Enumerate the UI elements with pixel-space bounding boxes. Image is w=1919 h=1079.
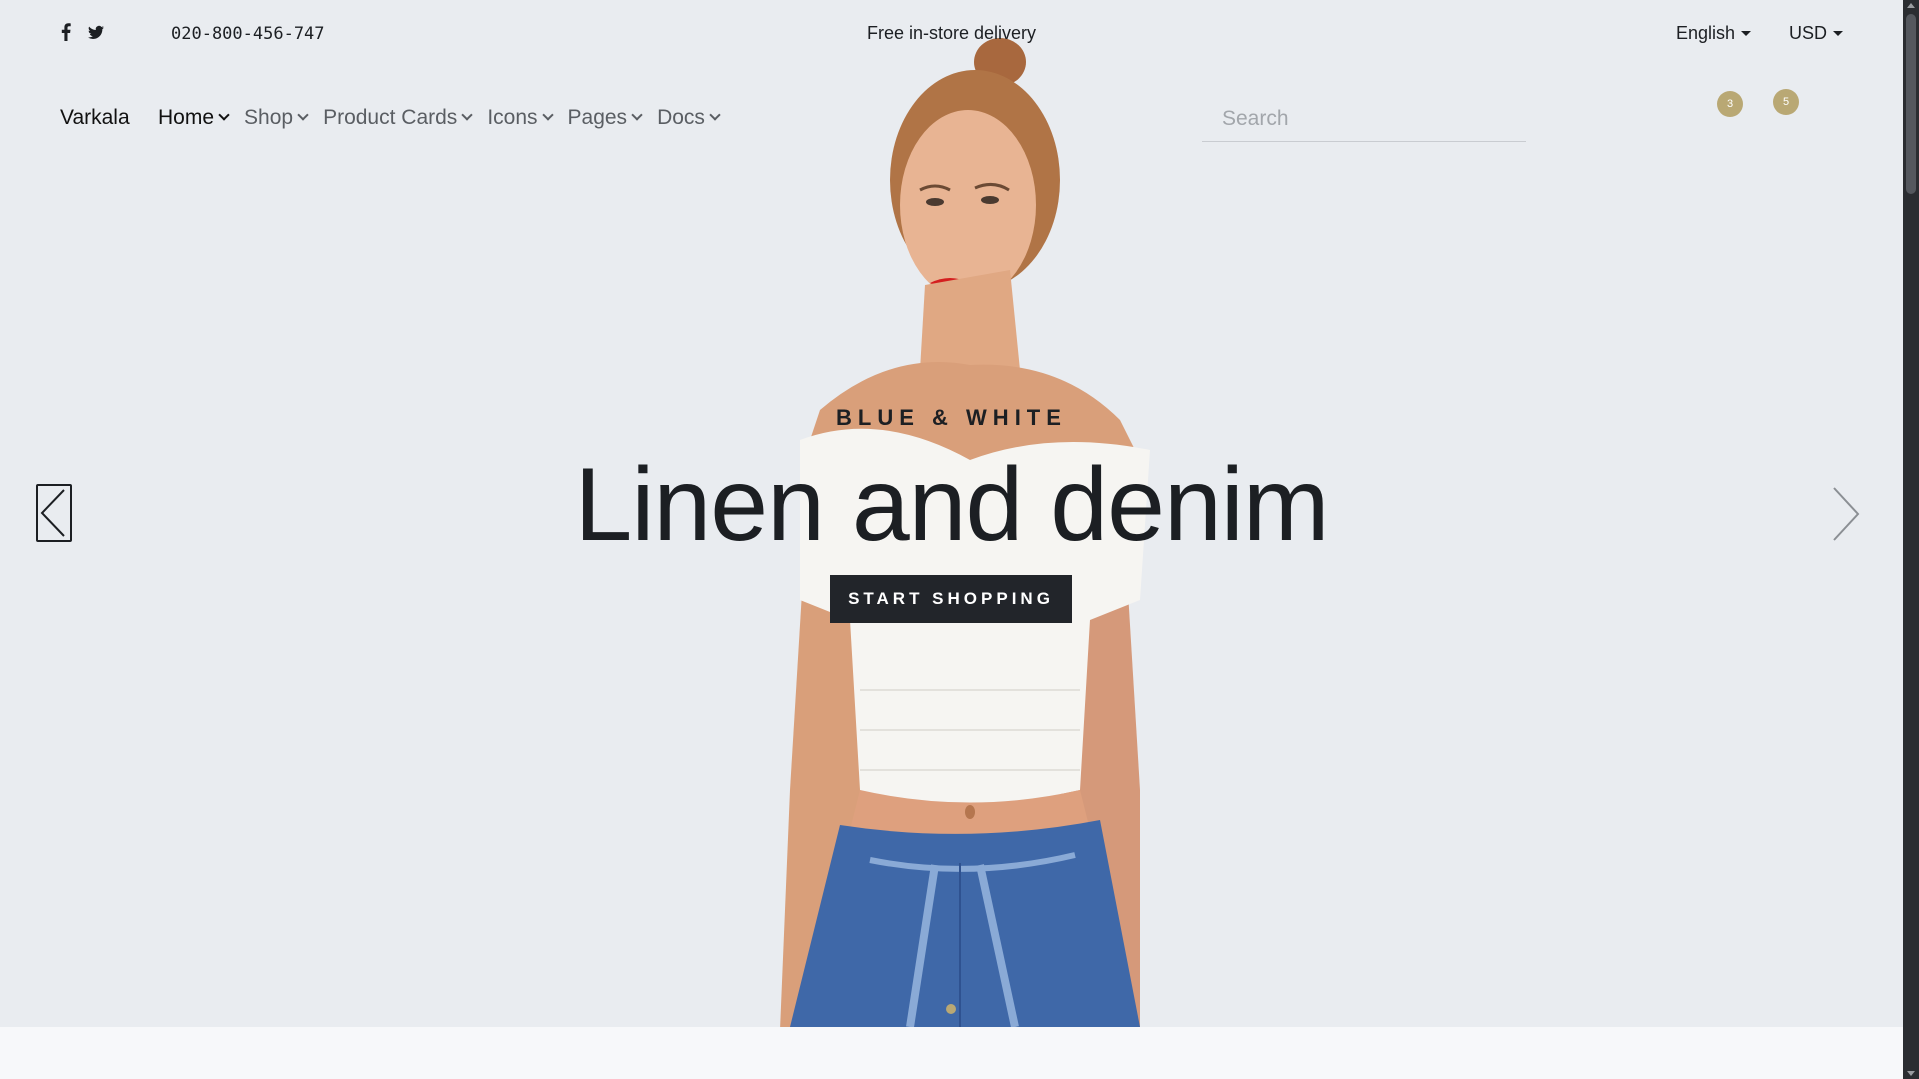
language-dropdown[interactable]: English: [1676, 23, 1752, 44]
scroll-down-icon[interactable]: [1907, 1071, 1915, 1076]
nav-item-label: Product Cards: [323, 106, 458, 129]
brand-logo[interactable]: Varkala: [60, 106, 130, 130]
chevron-down-icon: [218, 109, 230, 121]
currency-dropdown[interactable]: USD: [1789, 23, 1844, 44]
nav-item-shop[interactable]: Shop: [244, 106, 309, 130]
language-label: English: [1676, 23, 1736, 43]
slider-next-button[interactable]: [1826, 484, 1866, 544]
nav-item-home[interactable]: Home: [158, 106, 230, 130]
hero-eyebrow: BLUE & WHITE: [836, 405, 1067, 430]
nav-item-label: Home: [158, 106, 215, 129]
nav-item-label: Shop: [244, 106, 294, 129]
hero-headline: Linen and denim: [574, 447, 1329, 563]
promo-text: Free in-store delivery: [866, 23, 1037, 43]
chevron-down-icon: [709, 109, 721, 121]
scrollbar-thumb[interactable]: [1906, 14, 1916, 194]
page: 020-800-456-747 Free in-store delivery E…: [0, 0, 1903, 1079]
cart-count-badge[interactable]: 3: [1717, 91, 1743, 117]
nav-item-icons[interactable]: Icons: [487, 106, 554, 130]
slider-prev-button[interactable]: [36, 484, 72, 542]
start-shopping-button[interactable]: START SHOPPING: [830, 575, 1072, 623]
main-nav: Home Shop Product Cards Icons Pages Docs: [158, 106, 721, 130]
nav-item-product-cards[interactable]: Product Cards: [323, 106, 473, 130]
next-section: [0, 1027, 1903, 1079]
nav-item-docs[interactable]: Docs: [657, 106, 721, 130]
nav-item-label: Docs: [657, 106, 705, 129]
nav-item-label: Pages: [567, 106, 628, 129]
chevron-left-icon: [40, 489, 65, 537]
top-bar: 020-800-456-747 Free in-store delivery E…: [0, 0, 1903, 68]
chevron-down-icon: [631, 109, 643, 121]
nav-item-label: Icons: [487, 106, 538, 129]
slider-dot-active[interactable]: [946, 1004, 956, 1014]
nav-item-pages[interactable]: Pages: [567, 106, 643, 130]
wishlist-count-badge[interactable]: 5: [1773, 89, 1799, 115]
chevron-right-icon: [1833, 487, 1860, 541]
chevron-down-icon: [541, 109, 554, 121]
search-input[interactable]: [1202, 96, 1526, 142]
caret-down-icon: [1741, 31, 1752, 36]
chevron-down-icon: [461, 109, 473, 121]
page-scrollbar[interactable]: [1903, 0, 1919, 1079]
hero-slider: 020-800-456-747 Free in-store delivery E…: [0, 0, 1903, 1027]
caret-down-icon: [1833, 31, 1844, 36]
chevron-down-icon: [297, 109, 309, 121]
currency-label: USD: [1789, 23, 1828, 43]
scroll-up-icon[interactable]: [1907, 3, 1915, 8]
